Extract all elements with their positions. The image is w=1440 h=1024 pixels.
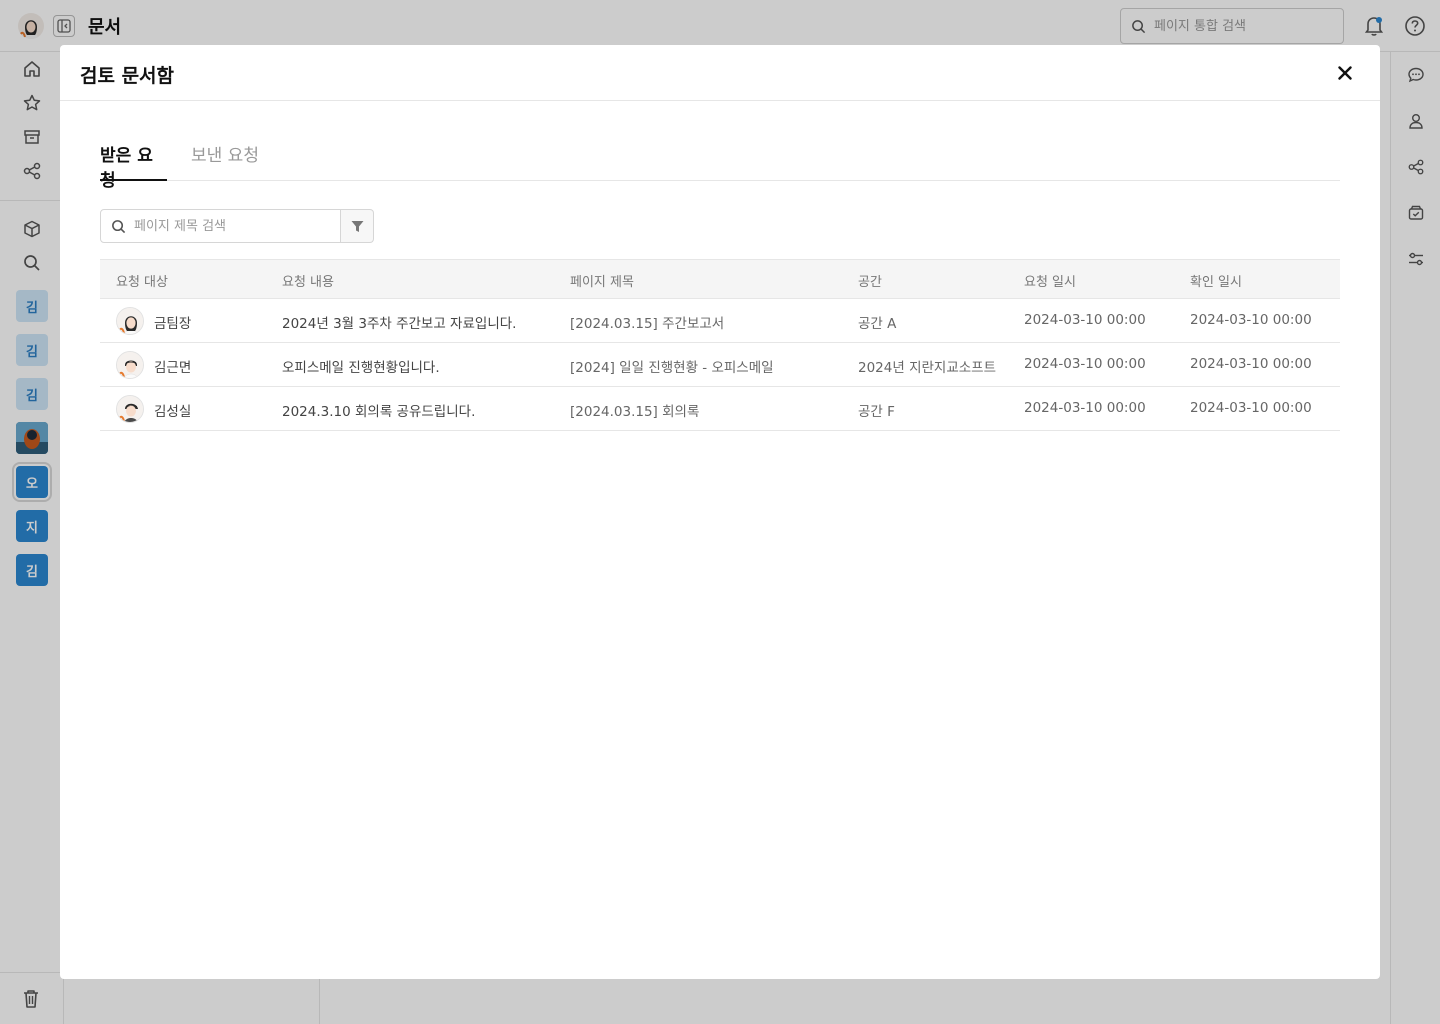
filter-button[interactable] [341,209,374,243]
filter-icon [351,220,363,232]
avatar [116,307,144,335]
row-content: 2024년 3월 3주차 주간보고 자료입니다. [282,316,517,332]
row-confirmed-at: 2024-03-10 00:00 [1190,312,1312,328]
row-confirmed-at: 2024-03-10 00:00 [1190,400,1312,416]
tab-received[interactable]: 받은 요청 [100,141,167,191]
row-space: 공간 F [858,404,895,420]
tab-bar: 받은 요청 보낸 요청 [100,141,1340,191]
table-header: 요청 대상 요청 내용 페이지 제목 공간 요청 일시 확인 일시 [100,259,1340,299]
row-page-title[interactable]: [2024] 일일 진행현황 - 오피스메일 [570,356,774,376]
row-requested-at: 2024-03-10 00:00 [1024,312,1146,328]
table-row[interactable]: 김근면 오피스메일 진행현황입니다. [2024] 일일 진행현황 - 오피스메… [100,343,1340,387]
title-search-row [100,209,374,243]
row-space: 공간 A [858,316,897,332]
row-page-title[interactable]: [2024.03.15] 회의록 [570,400,699,420]
modal-title: 검토 문서함 [80,65,175,87]
table-row[interactable]: 금팀장 2024년 3월 3주차 주간보고 자료입니다. [2024.03.15… [100,299,1340,343]
close-button[interactable] [1334,62,1356,84]
modal-header: 검토 문서함 [60,45,1380,101]
close-icon [1338,66,1352,80]
column-header[interactable]: 요청 일시 [1024,271,1076,290]
review-table: 요청 대상 요청 내용 페이지 제목 공간 요청 일시 확인 일시 금팀장 20… [100,259,1340,431]
row-page-title[interactable]: [2024.03.15] 주간보고서 [570,312,724,332]
column-header[interactable]: 요청 내용 [282,271,334,290]
row-content: 2024.3.10 회의록 공유드립니다. [282,404,476,420]
row-space: 2024년 지란지교소프트 [858,360,997,376]
column-header[interactable]: 확인 일시 [1190,271,1242,290]
row-confirmed-at: 2024-03-10 00:00 [1190,356,1312,372]
column-header[interactable]: 페이지 제목 [570,271,634,290]
title-search-input[interactable] [134,218,324,234]
avatar [116,351,144,379]
table-row[interactable]: 김성실 2024.3.10 회의록 공유드립니다. [2024.03.15] 회… [100,387,1340,431]
row-content: 오피스메일 진행현황입니다. [282,360,440,376]
row-target: 김근면 [154,360,192,376]
search-icon [112,219,126,233]
title-search[interactable] [100,209,341,243]
row-target: 금팀장 [154,316,192,332]
row-requested-at: 2024-03-10 00:00 [1024,400,1146,416]
review-inbox-modal: 검토 문서함 받은 요청 보낸 요청 요청 대상 요청 내용 페이지 제목 공간… [60,45,1380,979]
tab-sent[interactable]: 보낸 요청 [191,141,259,181]
row-requested-at: 2024-03-10 00:00 [1024,356,1146,372]
column-header[interactable]: 요청 대상 [116,271,168,290]
row-target: 김성실 [154,404,192,420]
column-header[interactable]: 공간 [858,271,882,290]
avatar [116,395,144,423]
